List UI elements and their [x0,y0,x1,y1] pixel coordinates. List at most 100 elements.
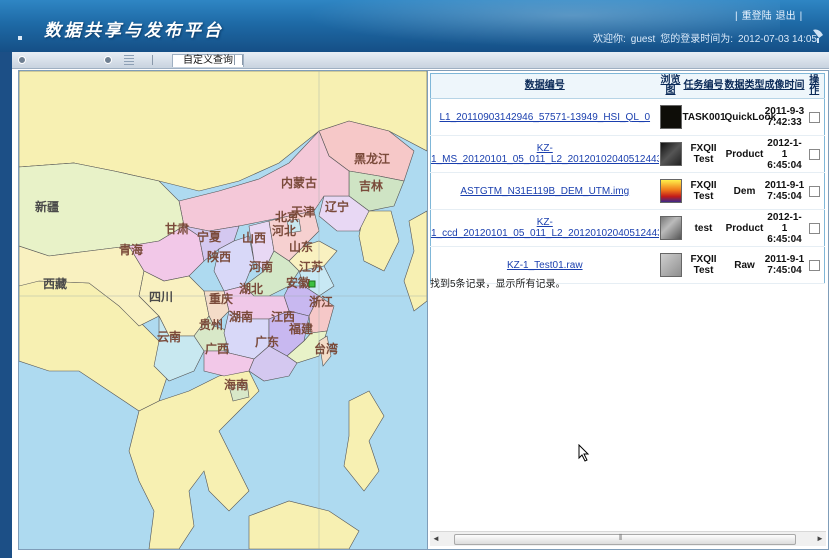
foreign-land-indonesia [248,500,360,549]
result-summary: 找到5条记录，显示所有记录。 [430,279,566,290]
time-cell: 2012-1-1 6:45:04 [764,135,805,173]
table-row: KZ-1_ccd_20120101_05_011_L2_201201020405… [430,209,825,247]
label-henan: 河南 [248,259,273,274]
type-cell: Dem [724,172,765,210]
label-chongqing: 重庆 [209,291,233,306]
label-sichuan: 四川 [149,290,173,304]
tab-separator [242,55,243,65]
label-heilongjiang: 黑龙江 [354,151,390,166]
thumbnail-image[interactable] [659,216,682,240]
task-cell: FXQII Test [682,246,725,284]
label-anhui: 安徽 [286,275,311,290]
username: guest [630,34,656,45]
results-panel: 数据编号 浏览图 任务编号 数据类型 成像时间 操作 L1_2011090314… [427,70,829,550]
left-border-band [0,52,12,558]
data-code-link[interactable]: KZ-1_ccd_20120101_05_011_L2_201201020405… [431,217,659,239]
last-login-time: 2012-07-03 14:05 [738,34,817,45]
thumbnail-image[interactable] [659,253,682,277]
thumbnail-image[interactable] [659,105,682,129]
horizontal-scrollbar[interactable]: ◄ ⦀ ► [430,531,826,546]
row-checkbox[interactable] [808,148,820,160]
label-ningxia: 宁夏 [197,229,222,244]
app-title: 数据共享与发布平台 [44,21,224,41]
label-jiangsu: 江苏 [299,259,323,274]
col-header-task[interactable]: 任务编号 [682,73,725,99]
relogin-link[interactable]: 重登陆 [742,11,772,22]
label-jilin: 吉林 [359,178,383,193]
label-fujian: 福建 [288,321,314,336]
scroll-right-icon[interactable]: ► [815,534,825,544]
label-xinjiang: 新疆 [35,199,59,214]
label-liaoning: 辽宁 [325,199,349,214]
col-header-code[interactable]: 数据编号 [430,73,659,99]
label-zhejiang: 浙江 [309,294,333,309]
foreign-land-islands [343,390,385,492]
label-hubei: 湖北 [239,281,263,296]
table-row: ASTGTM_N31E119B_DEM_UTM.img FXQII Test D… [430,172,825,210]
pin-icon[interactable] [104,56,112,64]
label-guangdong: 广东 [255,334,279,349]
table-header-row: 数据编号 浏览图 任务编号 数据类型 成像时间 操作 [430,73,825,99]
scroll-left-icon[interactable]: ◄ [431,534,441,544]
time-cell: 2011-9-1 7:45:04 [764,246,805,284]
app-header: 数据共享与发布平台 | 重登陆 退出 | 欢迎你: guest 您的登录时间为: 2012-… [0,0,829,52]
pin-icon[interactable] [18,56,26,64]
task-cell: TASK001 [682,98,726,136]
label-hebei: 河北 [271,223,296,238]
tab-bar: 自定义查询 [12,52,829,69]
time-cell: 2012-1-1 6:45:04 [764,209,805,247]
task-cell: FXQII Test [682,172,725,210]
col-header-time[interactable]: 成像时间 [764,73,805,99]
grip-icon: ⦀ [619,533,623,542]
type-cell: Product [724,135,765,173]
label-hainan: 海南 [224,377,248,392]
type-cell: Raw [724,246,765,284]
dish-logo-icon [813,29,823,43]
thumbnail-image[interactable] [659,179,682,203]
col-header-type[interactable]: 数据类型 [724,73,765,99]
mouse-cursor-icon [578,444,590,462]
label-shaanxi: 陕西 [207,249,231,264]
results-table: 数据编号 浏览图 任务编号 数据类型 成像时间 操作 L1_2011090314… [430,73,825,284]
label-guizhou: 贵州 [199,317,223,332]
data-code-link[interactable]: KZ-1_MS_20120101_05_011_L2_2012010204051… [431,143,659,165]
label-taiwan: 台湾 [314,341,338,356]
label-shanxi: 山西 [242,230,266,245]
col-header-thumb[interactable]: 浏览图 [658,73,683,99]
logout-link[interactable]: 退出 [776,11,796,22]
row-checkbox[interactable] [808,185,820,197]
task-cell: FXQII Test [682,135,725,173]
tab-separator [152,55,153,65]
row-checkbox[interactable] [808,111,820,123]
task-cell: test [682,209,725,247]
time-cell: 2011-9-3 7:42:33 [764,98,805,136]
label-hunan: 湖南 [229,309,253,324]
thumbnail-image[interactable] [659,142,682,166]
table-row: L1_20110903142946_57571-13949_HSI_QL_0 T… [430,98,825,136]
title-mark [18,36,22,40]
data-code-link[interactable]: ASTGTM_N31E119B_DEM_UTM.img [431,186,659,197]
china-map[interactable]: 黑龙江 吉林 辽宁 内蒙古 新疆 西藏 青海 甘肃 宁夏 陕西 山西 河北 北京… [18,70,428,550]
data-code-link[interactable]: KZ-1_Test01.raw [431,260,659,271]
label-shandong: 山东 [289,239,313,254]
grip-icon[interactable] [124,55,134,65]
data-code-link[interactable]: L1_20110903142946_57571-13949_HSI_QL_0 [431,112,659,123]
row-checkbox[interactable] [808,222,820,234]
top-links: | 重登陆 退出 | [735,11,803,22]
time-cell: 2011-9-1 7:45:04 [764,172,805,210]
last-login-label: 您的登录时间为: [660,34,734,45]
tab-separator [234,55,235,65]
type-cell: Product [724,209,765,247]
label-tianjin: 天津 [291,204,315,219]
label-yunnan: 云南 [157,329,181,344]
scrollbar-thumb[interactable]: ⦀ [454,533,796,545]
label-qinghai: 青海 [119,242,143,257]
welcome-label: 欢迎你: [593,34,626,45]
col-header-action[interactable]: 操作 [804,73,825,99]
type-cell: QuickLook [724,98,776,136]
label-guangxi: 广西 [205,341,229,356]
row-checkbox[interactable] [808,259,820,271]
table-row: KZ-1_MS_20120101_05_011_L2_2012010204051… [430,135,825,173]
welcome-info: 欢迎你: guest 您的登录时间为: 2012-07-03 14:05 [593,30,822,45]
label-gansu: 甘肃 [165,221,189,236]
